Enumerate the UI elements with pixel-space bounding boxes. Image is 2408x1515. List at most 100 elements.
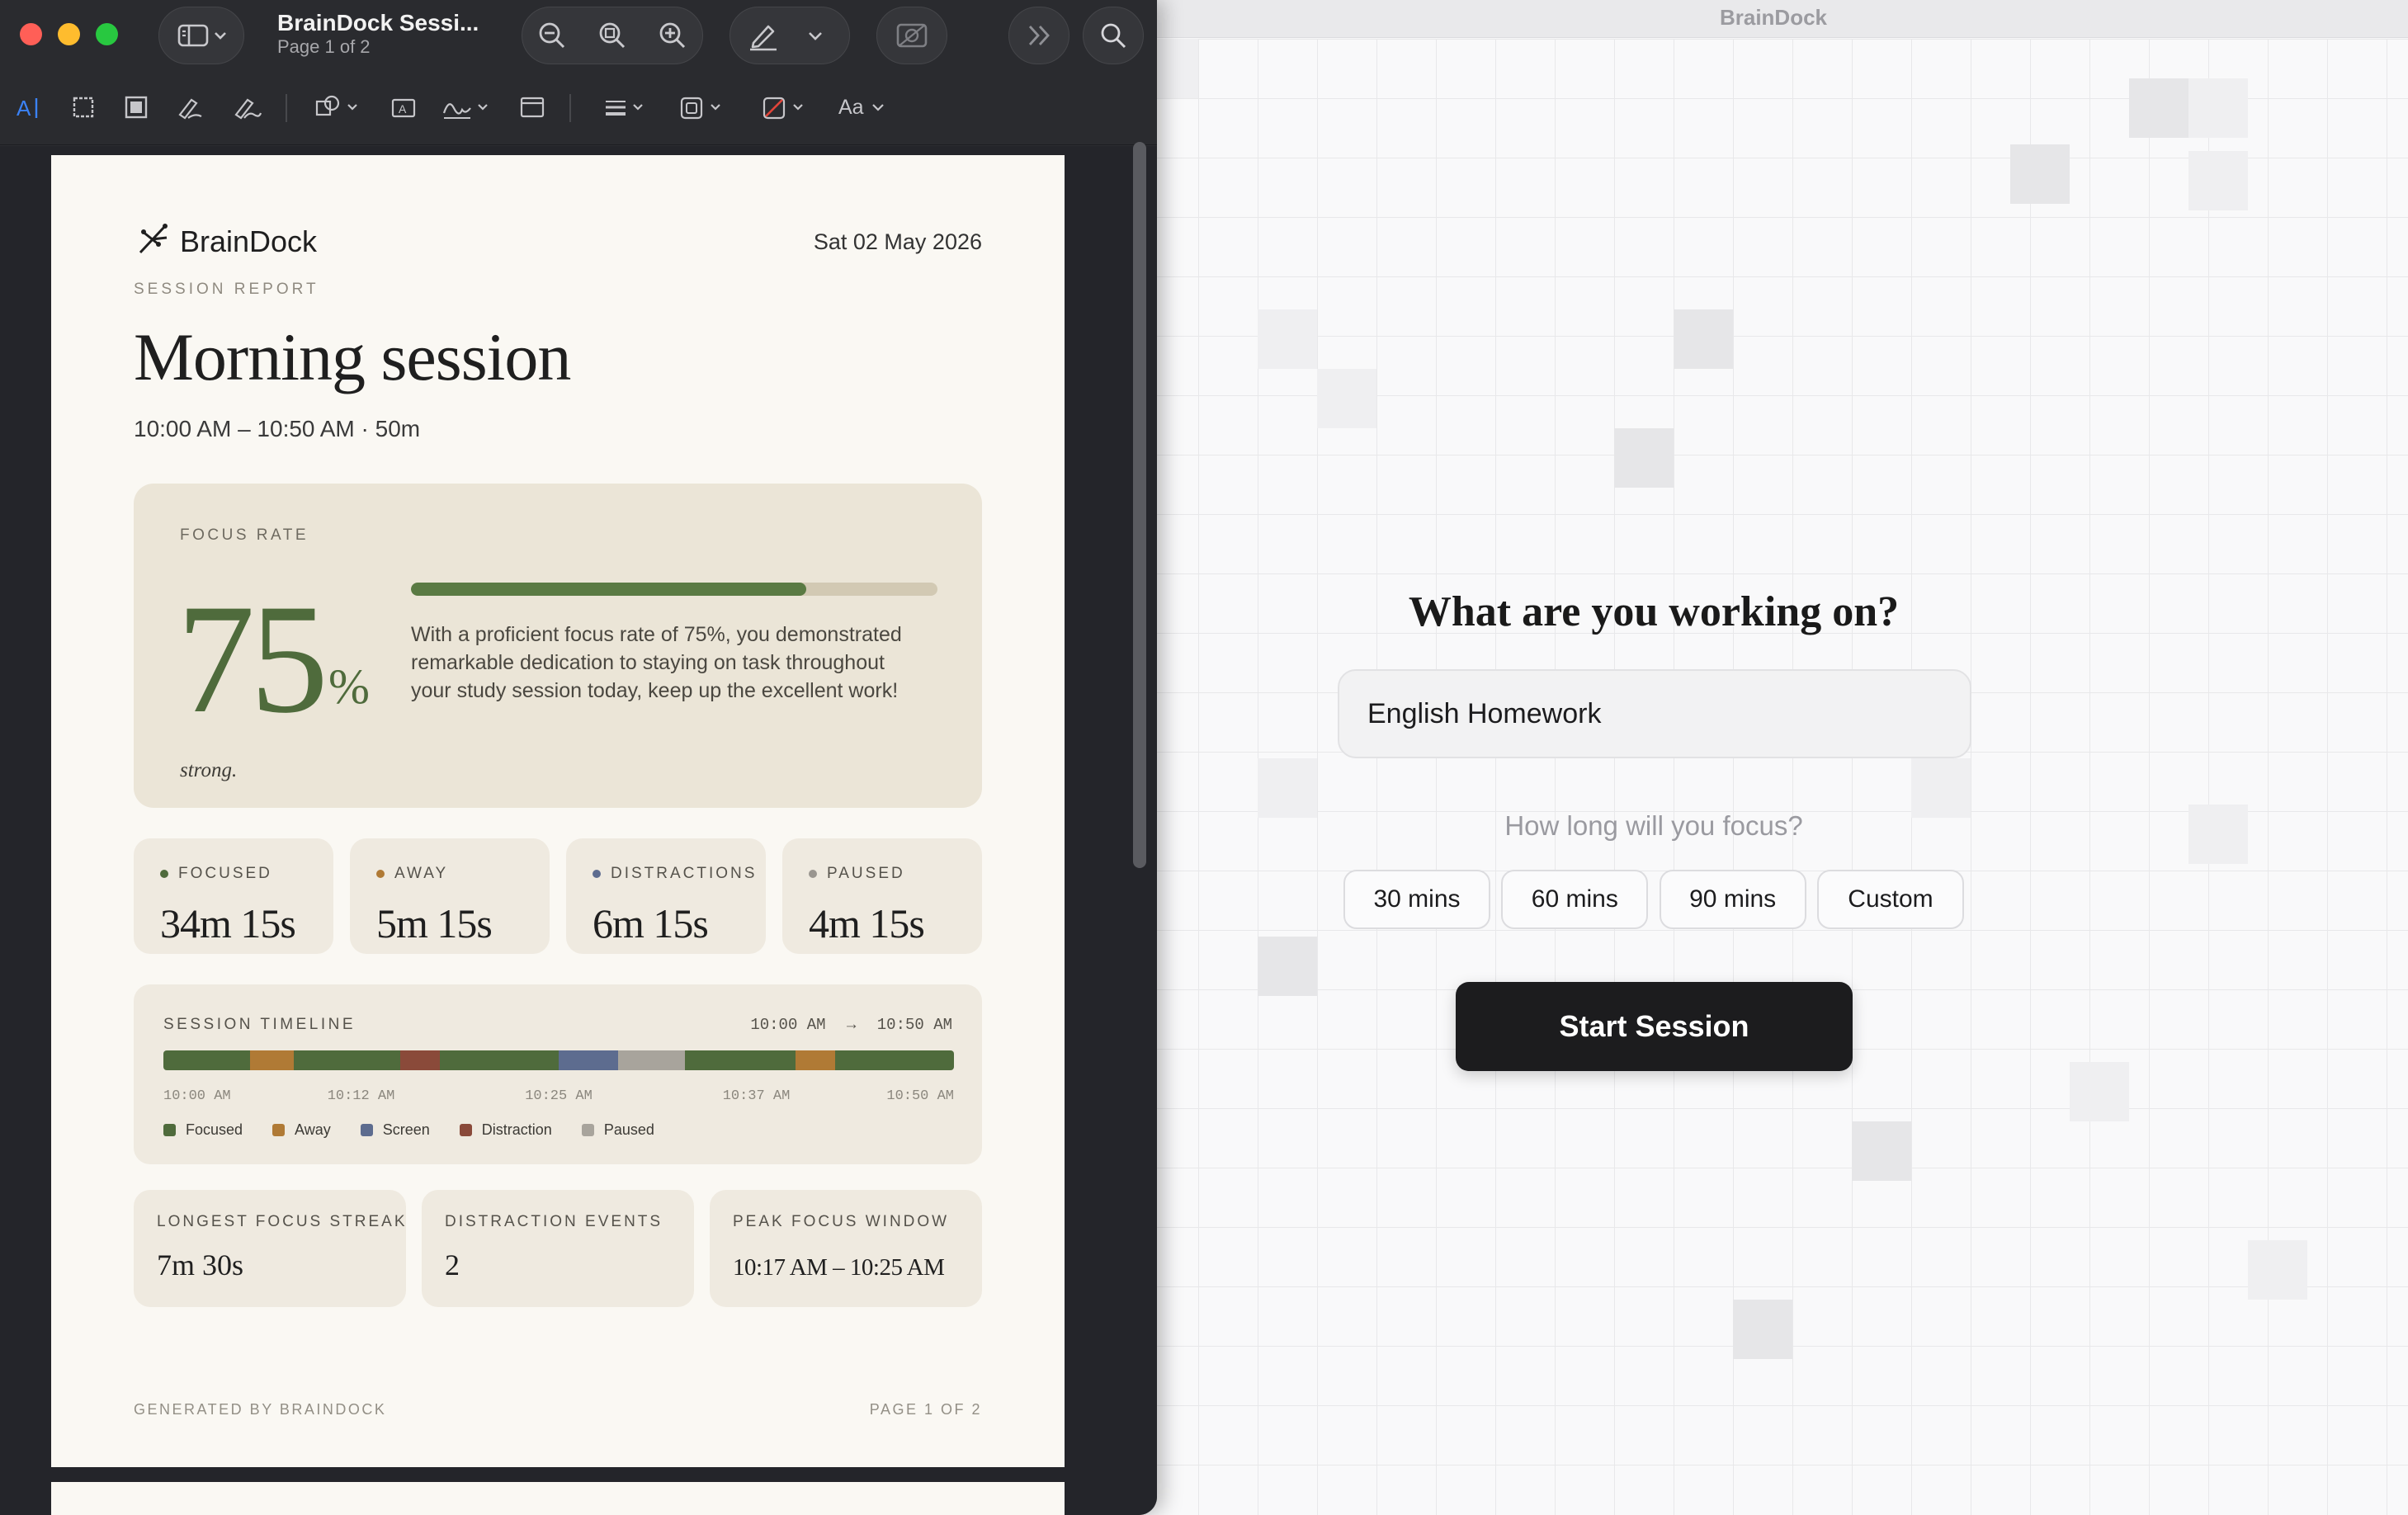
toolbar-divider (569, 94, 571, 122)
markup-pen-icon (747, 20, 780, 51)
line-style-icon[interactable] (602, 91, 650, 124)
session-timeline-card: SESSION TIMELINE 10:00 AM → 10:50 AM 10:… (134, 984, 982, 1164)
image-edit-button[interactable] (876, 7, 947, 64)
zoom-controls (522, 7, 703, 64)
stat-label-text: AWAY (394, 865, 449, 882)
brand-name: BrainDock (180, 224, 318, 258)
grid-tile (1852, 1121, 1911, 1181)
legend-swatch (581, 1124, 594, 1136)
text-box-icon[interactable]: A (390, 91, 418, 124)
focus-rate-card: FOCUS RATE 75 % With a proficient focus … (134, 484, 982, 808)
stat-label-distractions: DISTRACTIONS (593, 865, 757, 883)
more-chevrons-icon (1025, 23, 1053, 48)
sidebar-icon (177, 23, 209, 48)
duration-options: 30 mins 60 mins 90 mins Custom (1343, 870, 1964, 929)
grid-tile (2129, 78, 2188, 138)
sketch-icon[interactable] (177, 91, 205, 124)
stats-row: FOCUSED 34m 15s AWAY 5m 15s DISTRACTIONS… (134, 838, 982, 954)
legend-label: Distraction (481, 1121, 552, 1138)
zoom-window-button[interactable] (96, 23, 118, 45)
legend-label: Away (295, 1121, 331, 1138)
border-color-icon[interactable] (678, 91, 726, 124)
report-kicker: SESSION REPORT (134, 281, 319, 298)
markup-toggle[interactable] (729, 7, 850, 64)
timeline-ticks: 10:00 AM 10:12 AM 10:25 AM 10:37 AM 10:50 AM (163, 1088, 954, 1108)
duration-30-button[interactable]: 30 mins (1343, 870, 1490, 929)
stat-label-away: AWAY (376, 865, 448, 883)
timeline-segment-focused (835, 1050, 954, 1070)
focus-rate-unit: % (328, 659, 370, 714)
preview-window: BrainDock Sessi... Page 1 of 2 A A Aa Br… (0, 0, 1157, 1515)
legend-item-screen: Screen (360, 1121, 430, 1139)
duration-90-button[interactable]: 90 mins (1659, 870, 1806, 929)
close-window-button[interactable] (20, 23, 42, 45)
chevron-down-icon[interactable] (808, 31, 823, 40)
timeline-segment-focused (685, 1050, 796, 1070)
focus-rate-label: FOCUS RATE (180, 526, 309, 544)
start-session-button[interactable]: Start Session (1456, 982, 1853, 1071)
grid-tile (2188, 78, 2248, 138)
timeline-end: 10:50 AM (876, 1016, 952, 1034)
focus-rate-bar-fill (411, 583, 806, 596)
legend-label: Screen (382, 1121, 430, 1138)
page-indicator: Page 1 of 2 (277, 36, 371, 57)
timeline-tick-label: 10:37 AM (722, 1088, 791, 1104)
scrollbar-thumb[interactable] (1133, 142, 1146, 868)
duration-custom-button[interactable]: Custom (1816, 870, 1964, 929)
timeline-tick-label: 10:00 AM (163, 1088, 231, 1104)
stat-card-away: AWAY 5m 15s (350, 838, 550, 954)
grid-background (1139, 39, 2408, 1515)
focus-rating: strong. (180, 759, 238, 781)
timeline-segment-focused (440, 1050, 559, 1070)
timeline-start: 10:00 AM (750, 1016, 826, 1034)
redact-icon[interactable] (122, 91, 150, 124)
report-time-range: 10:00 AM – 10:50 AM · 50m (134, 416, 421, 441)
timeline-label: SESSION TIMELINE (163, 1016, 356, 1033)
search-button[interactable] (1083, 7, 1144, 64)
metric-value: 10:17 AM – 10:25 AM (733, 1254, 945, 1281)
app-titlebar[interactable]: BrainDock (1139, 0, 2408, 38)
rect-selection-icon[interactable] (69, 91, 97, 124)
shapes-icon[interactable] (314, 91, 361, 124)
metric-label: LONGEST FOCUS STREAK (157, 1213, 408, 1230)
grid-tile (1614, 428, 1674, 488)
status-dot (809, 870, 817, 878)
note-icon[interactable] (518, 91, 546, 124)
zoom-in-icon[interactable] (657, 20, 688, 51)
focus-rate-value: 75 (177, 573, 328, 746)
sidebar-toggle-button[interactable] (158, 7, 244, 64)
legend-swatch (360, 1124, 373, 1136)
toolbar-divider (286, 94, 287, 122)
status-dot (376, 870, 385, 878)
stat-label-text: FOCUSED (178, 865, 272, 882)
timeline-tick-label: 10:12 AM (327, 1088, 395, 1104)
minimize-window-button[interactable] (58, 23, 80, 45)
timeline-tick-label: 10:50 AM (886, 1088, 954, 1104)
text-selection-icon[interactable]: A (15, 91, 43, 124)
fill-color-icon[interactable] (761, 91, 809, 124)
report-page: BrainDock Sat 02 May 2026 SESSION REPORT… (51, 155, 1065, 1467)
draw-icon[interactable] (233, 91, 262, 124)
duration-60-button[interactable]: 60 mins (1501, 870, 1649, 929)
font-icon[interactable]: Aa (838, 91, 885, 124)
zoom-fit-icon[interactable] (597, 20, 628, 51)
chevron-down-icon (214, 31, 227, 40)
metric-card-longest-streak: LONGEST FOCUS STREAK 7m 30s (134, 1190, 406, 1307)
grid-tile (1733, 1300, 1792, 1359)
grid-tile (1317, 369, 1376, 428)
signature-icon[interactable] (441, 91, 492, 124)
search-icon (1098, 21, 1128, 50)
more-tools-button[interactable] (1008, 7, 1069, 64)
document-title: BrainDock Sessi... (277, 10, 479, 35)
stat-label-focused: FOCUSED (160, 865, 272, 883)
desktop: BrainDock What are you working on? How l… (0, 0, 2408, 1515)
timeline-segment-away (796, 1050, 836, 1070)
task-input[interactable] (1338, 669, 1971, 758)
stat-value-paused: 4m 15s (809, 900, 925, 946)
timeline-segment-focused (163, 1050, 251, 1070)
grid-tile (1911, 758, 1971, 818)
svg-text:A: A (399, 102, 407, 116)
zoom-out-icon[interactable] (536, 20, 568, 51)
stat-label-paused: PAUSED (809, 865, 905, 883)
stat-card-paused: PAUSED 4m 15s (782, 838, 982, 954)
